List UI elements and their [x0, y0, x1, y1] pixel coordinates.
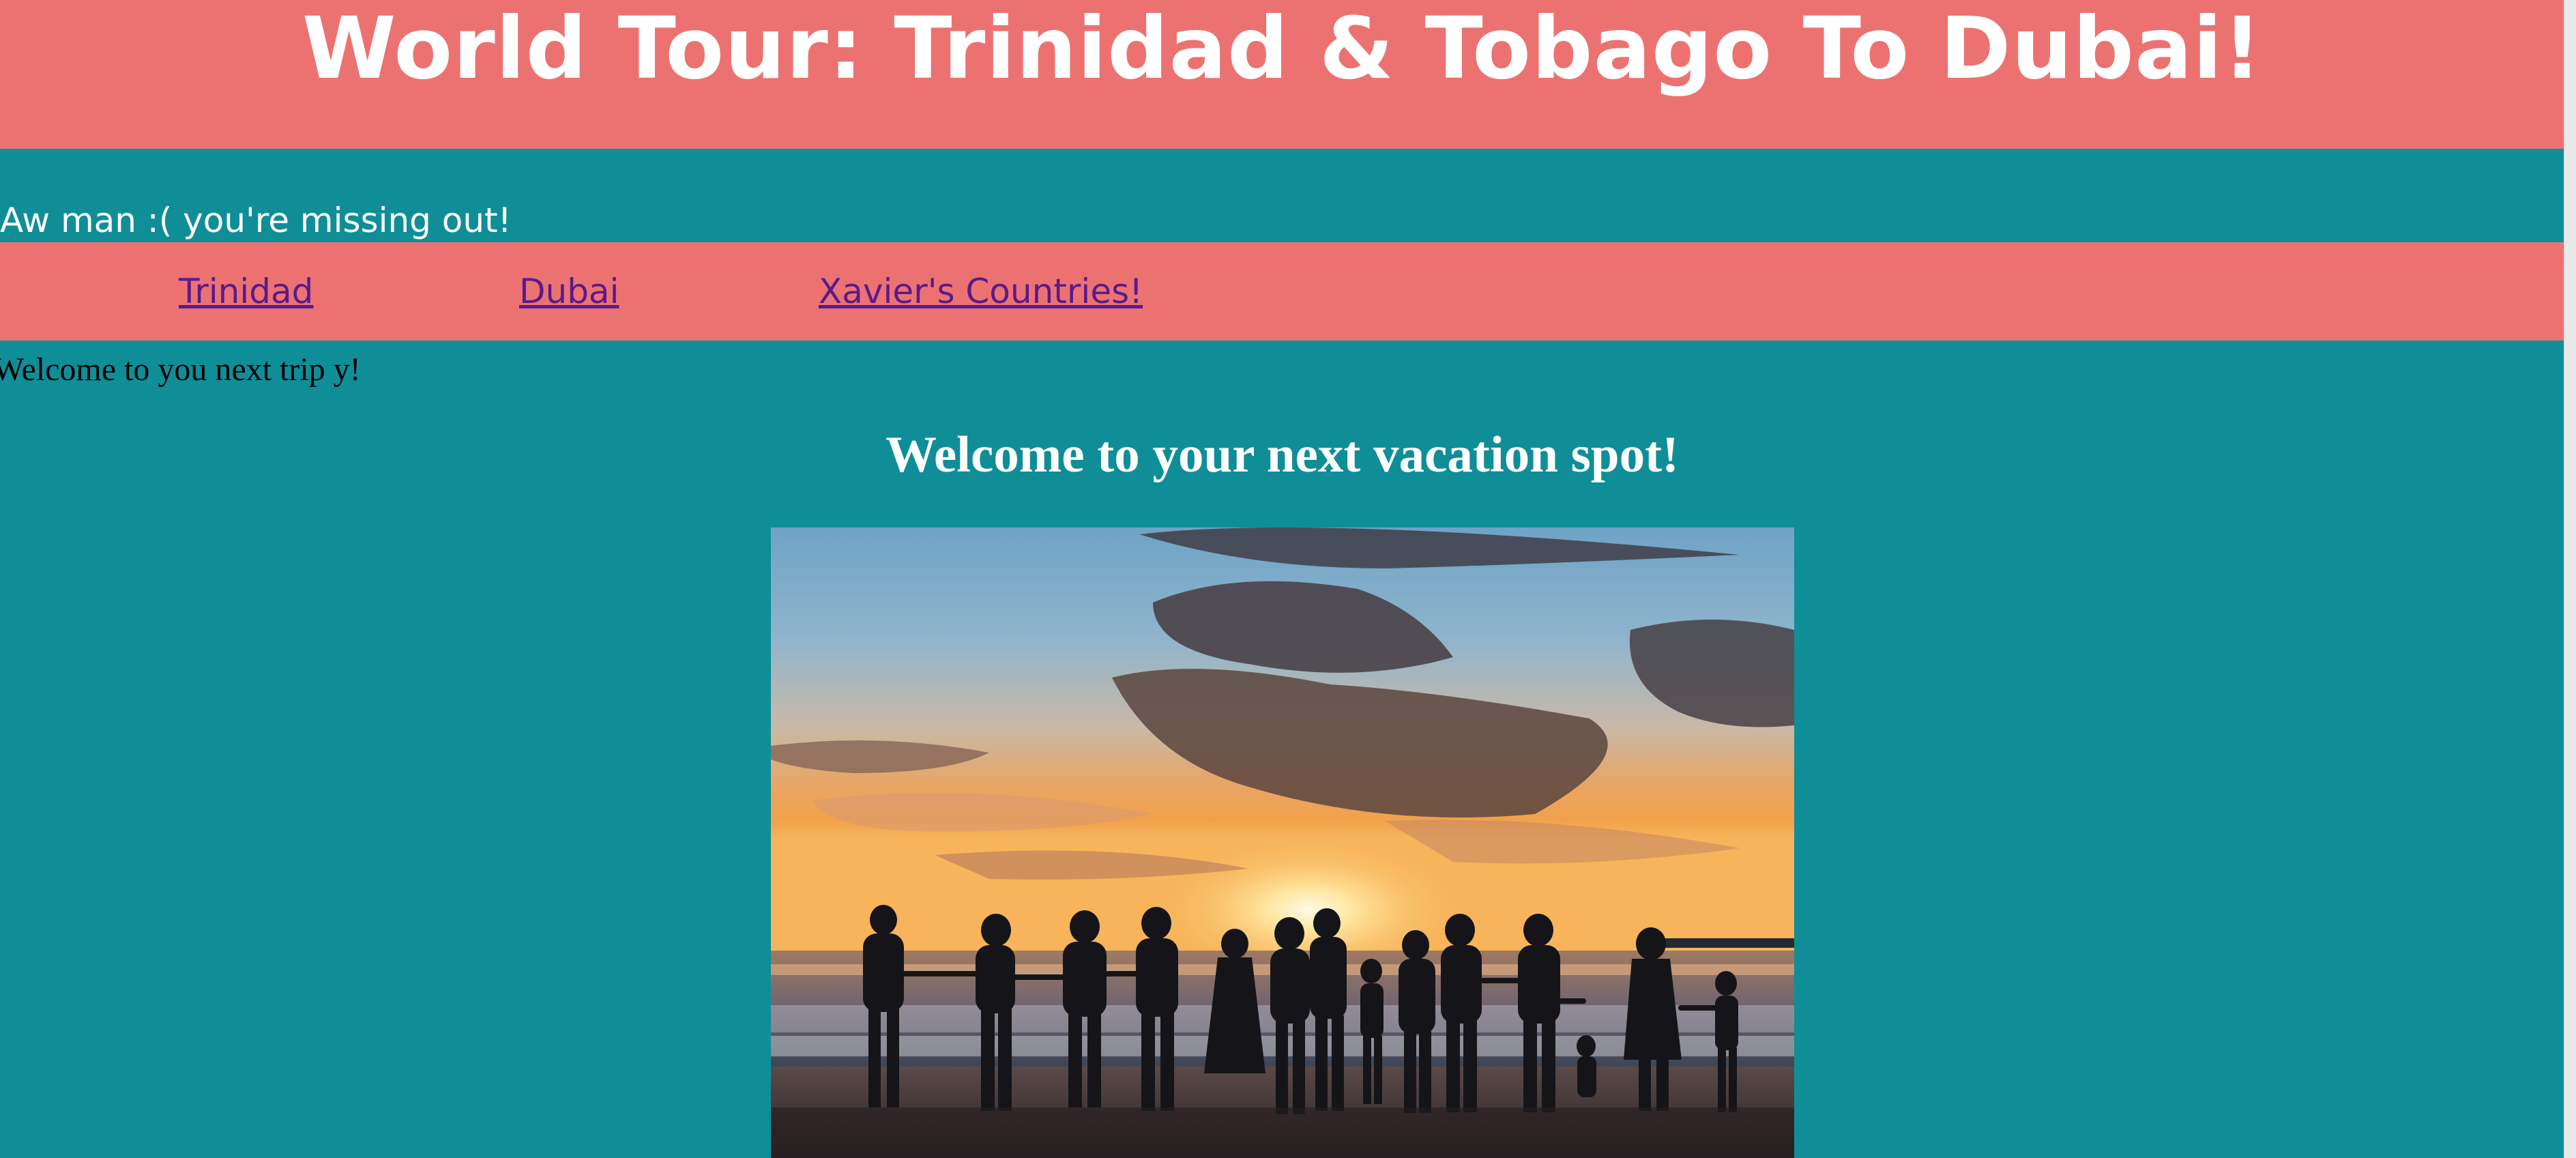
page-body: World Tour: Trinidad & Tobago To Dubai! … [0, 0, 2564, 1158]
page-title: World Tour: Trinidad & Tobago To Dubai! [302, 0, 2263, 98]
nav-bar: Trinidad Dubai Xavier's Countries! [0, 242, 2564, 341]
header-banner: World Tour: Trinidad & Tobago To Dubai! [0, 0, 2564, 149]
vacation-heading: Welcome to your next vacation spot! [885, 426, 1680, 483]
nav-link-trinidad[interactable]: Trinidad [179, 271, 313, 312]
welcome-trip-text: Welcome to you next trip y! [0, 351, 361, 388]
nav-link-dubai[interactable]: Dubai [519, 271, 619, 312]
scrollbar[interactable] [2564, 0, 2576, 1158]
sunset-family-photo [771, 527, 1794, 1158]
nav-link-xaviers-countries[interactable]: Xavier's Countries! [819, 271, 1143, 312]
missing-out-text: Aw man :( you're missing out! [0, 201, 512, 240]
